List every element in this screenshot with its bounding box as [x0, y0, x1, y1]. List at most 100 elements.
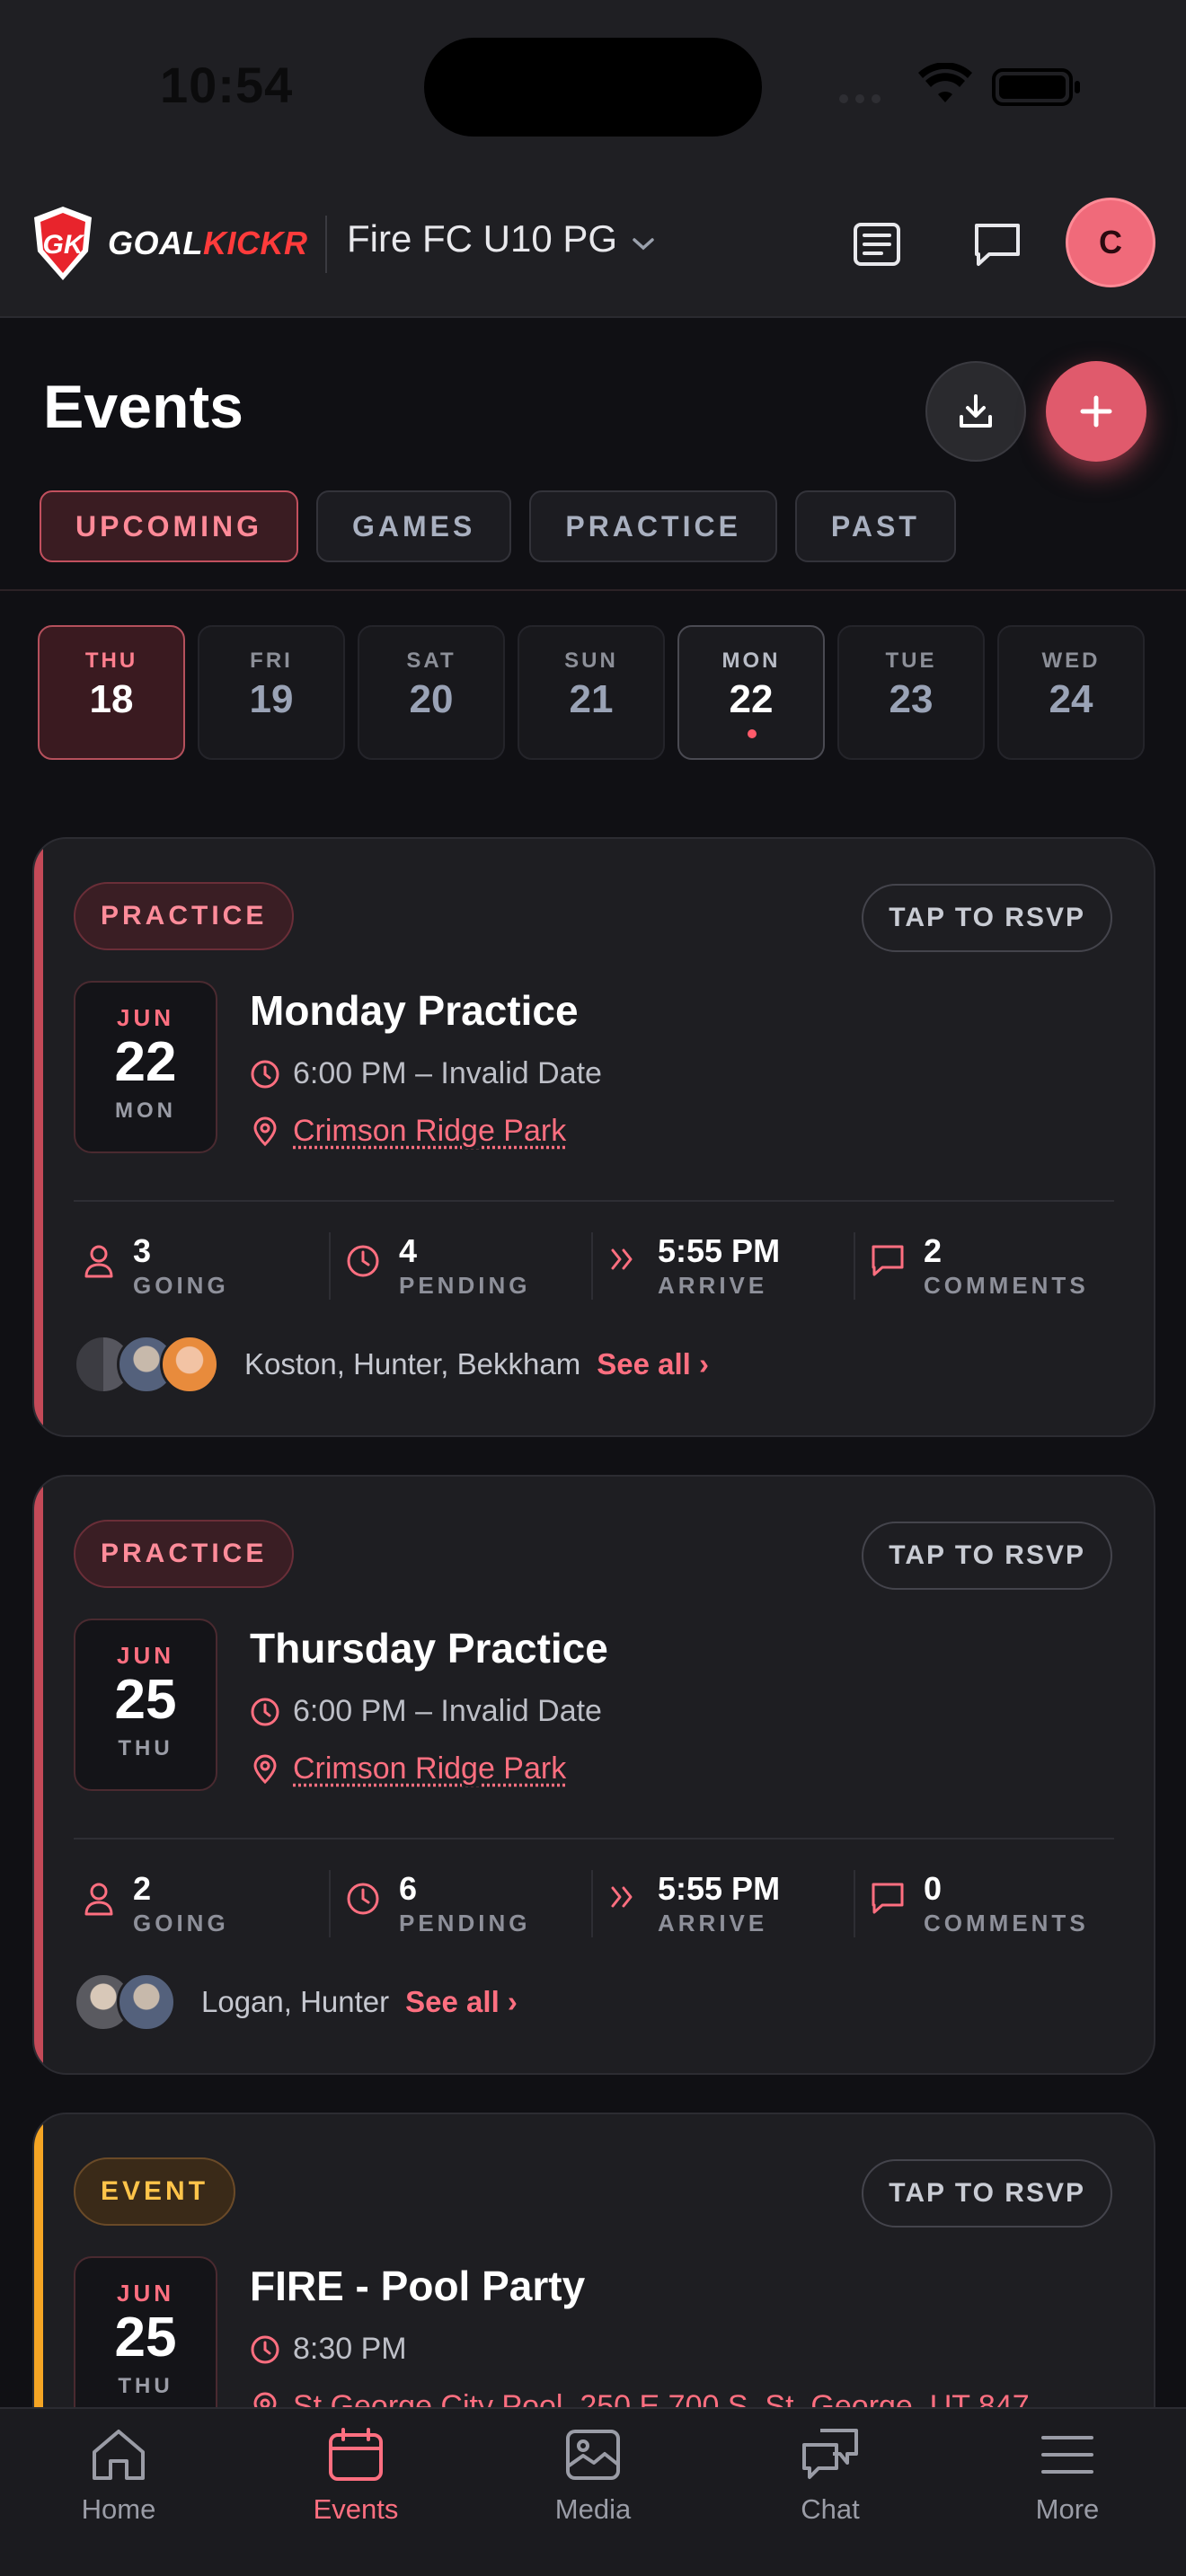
calendar-icon [329, 2428, 383, 2481]
goalkickr-logo[interactable]: GK GOALKICKR [31, 205, 308, 282]
add-event-button[interactable] [1046, 361, 1146, 462]
team-name: Fire FC U10 PG [347, 217, 618, 260]
card-divider [74, 1838, 1114, 1839]
shield-logo-icon: GK [34, 207, 92, 280]
see-all-link[interactable]: See all › [597, 1347, 709, 1381]
tab-practice[interactable]: PRACTICE [529, 490, 777, 562]
signal-icon [839, 92, 888, 108]
nav-more[interactable]: More [949, 2409, 1186, 2576]
day-thu-18[interactable]: THU 18 [38, 625, 185, 760]
user-avatar[interactable]: C [1066, 198, 1155, 287]
media-icon [566, 2430, 620, 2480]
day-wed-24[interactable]: WED 24 [997, 625, 1145, 760]
chevron-down-icon [632, 217, 655, 260]
attendee-avatars [74, 1972, 176, 2032]
map-pin-icon [253, 1116, 277, 1146]
news-icon[interactable] [848, 216, 906, 273]
clock-icon [251, 1060, 279, 1088]
app-header: GK GOALKICKR Fire FC U10 PG C [0, 171, 1186, 318]
double-chevron-right-icon [611, 1248, 633, 1270]
map-pin-icon [253, 1754, 277, 1784]
day-tue-23[interactable]: TUE 23 [837, 625, 985, 760]
rsvp-button[interactable]: TAP TO RSVP [862, 2159, 1112, 2228]
event-type-badge: PRACTICE [74, 1520, 295, 1588]
stat-pending: 6 PENDING [329, 1870, 591, 1937]
menu-icon [1041, 2436, 1093, 2474]
stat-arrive: 5:55 PM ARRIVE [591, 1232, 854, 1300]
attendees-row: Logan, Hunter See all › [74, 1972, 518, 2032]
event-time: 8:30 PM [250, 2332, 407, 2367]
stat-comments: 2 COMMENTS [854, 1232, 1116, 1300]
event-title: FIRE - Pool Party [250, 2263, 586, 2309]
day-strip: THU 18 FRI 19 SAT 20 SUN 21 MON 22 TUE 23 WED 2… [38, 625, 1157, 760]
svg-text:GK: GK [43, 230, 85, 260]
nav-media[interactable]: Media [474, 2409, 712, 2576]
download-button[interactable] [925, 361, 1026, 462]
filter-tabs: UPCOMING GAMES PRACTICE PAST [40, 490, 974, 562]
event-location[interactable]: Crimson Ridge Park [250, 1751, 566, 1786]
event-list: PRACTICE TAP TO RSVP JUN 22 MON Monday Pra… [0, 794, 1186, 2544]
chat-icon [802, 2429, 858, 2479]
brand-wordmark: GOALKICKR [108, 225, 308, 261]
event-type-bar [34, 839, 43, 1435]
date-box: JUN 22 MON [74, 981, 217, 1153]
event-card[interactable]: PRACTICE TAP TO RSVP JUN 22 MON Monday Pra… [32, 837, 1155, 1437]
nav-chat[interactable]: Chat [712, 2409, 949, 2576]
event-time: 6:00 PM – Invalid Date [250, 1056, 602, 1091]
events-header: Events UPCOMING GAMES PRACTICE PAST THU 1… [0, 318, 1186, 794]
clock-icon [251, 2335, 279, 2363]
rsvp-button[interactable]: TAP TO RSVP [862, 1522, 1112, 1590]
battery-icon [992, 68, 1080, 106]
tab-games[interactable]: GAMES [316, 490, 512, 562]
tab-upcoming[interactable]: UPCOMING [40, 490, 298, 562]
clock-icon [251, 1698, 279, 1725]
nav-events[interactable]: Events [237, 2409, 474, 2576]
attendee-avatars [74, 1335, 219, 1394]
day-mon-22[interactable]: MON 22 [677, 625, 825, 760]
day-fri-19[interactable]: FRI 19 [198, 625, 345, 760]
day-sat-20[interactable]: SAT 20 [358, 625, 505, 760]
avatar [160, 1335, 219, 1394]
nav-home[interactable]: Home [0, 2409, 237, 2576]
event-type-bar [34, 1477, 43, 2073]
double-chevron-right-icon [611, 1886, 633, 1908]
dynamic-island [424, 38, 762, 137]
date-box: JUN 25 THU [74, 1619, 217, 1791]
card-divider [74, 1200, 1114, 1202]
event-location[interactable]: Crimson Ridge Park [250, 1114, 566, 1149]
comment-icon [872, 1883, 904, 1914]
stat-going: 2 GOING [74, 1870, 329, 1937]
page-title: Events [43, 373, 243, 441]
comment-icon [872, 1245, 904, 1276]
stat-going: 3 GOING [74, 1232, 329, 1300]
tab-past[interactable]: PAST [794, 490, 956, 562]
clock-icon [347, 1883, 379, 1915]
person-icon [84, 1883, 113, 1916]
event-time: 6:00 PM – Invalid Date [250, 1694, 602, 1729]
attendees-row: Koston, Hunter, Bekkham See all › [74, 1335, 709, 1394]
event-card[interactable]: PRACTICE TAP TO RSVP JUN 25 THU Thursday P… [32, 1475, 1155, 2075]
plus-icon [1080, 395, 1112, 428]
clock-icon [347, 1245, 379, 1277]
event-title: Thursday Practice [250, 1625, 608, 1672]
status-time: 10:54 [160, 57, 294, 113]
event-type-badge: EVENT [74, 2157, 236, 2226]
day-sun-21[interactable]: SUN 21 [518, 625, 665, 760]
stat-pending: 4 PENDING [329, 1232, 591, 1300]
event-stats: 2 GOING 6 PENDING 5:55 PM ARRIVE 0 COMMENTS [74, 1870, 1116, 1937]
event-type-badge: PRACTICE [74, 882, 295, 950]
attendee-names: Logan, Hunter [201, 1985, 390, 2018]
messages-icon[interactable] [969, 216, 1026, 273]
rsvp-button[interactable]: TAP TO RSVP [862, 884, 1112, 952]
event-title: Monday Practice [250, 987, 579, 1034]
event-stats: 3 GOING 4 PENDING 5:55 PM ARRIVE 2 COMMENTS [74, 1232, 1116, 1300]
stat-arrive: 5:55 PM ARRIVE [591, 1870, 854, 1937]
see-all-link[interactable]: See all › [405, 1985, 518, 2019]
stat-comments: 0 COMMENTS [854, 1870, 1116, 1937]
home-icon [93, 2430, 145, 2480]
bottom-nav: Home Events Media Chat More [0, 2407, 1186, 2576]
date-box: JUN 25 THU [74, 2256, 217, 2429]
team-selector[interactable]: Fire FC U10 PG [347, 217, 655, 260]
header-divider [325, 216, 327, 273]
person-icon [84, 1245, 113, 1278]
